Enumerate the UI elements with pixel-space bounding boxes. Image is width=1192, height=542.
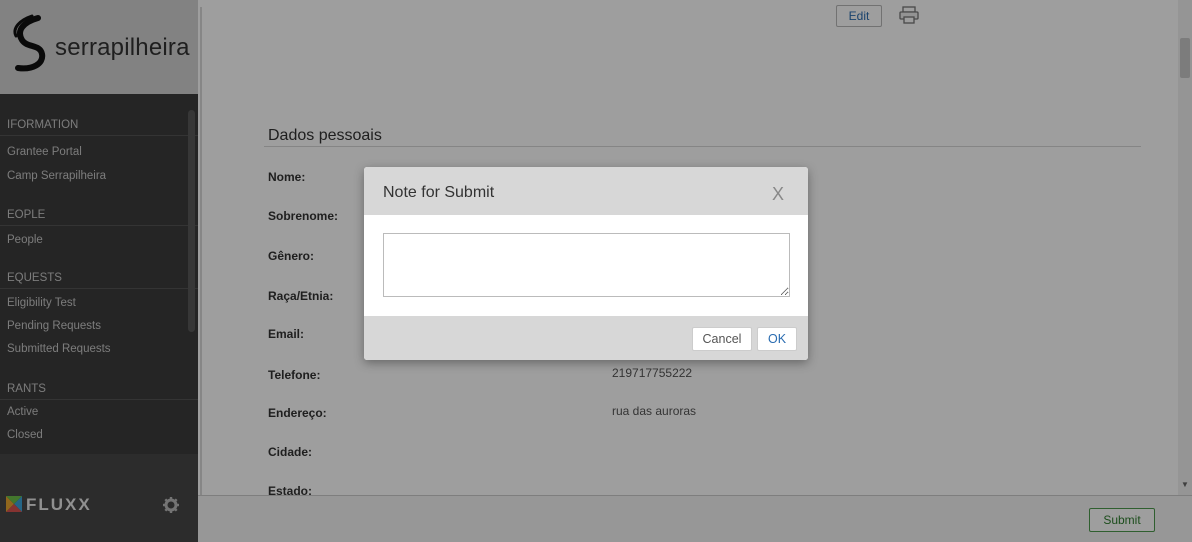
app-window: serrapilheira IFORMATION Grantee Portal … xyxy=(0,0,1192,542)
cancel-button[interactable]: Cancel xyxy=(692,327,752,351)
note-textarea[interactable] xyxy=(383,233,790,297)
close-icon[interactable]: X xyxy=(772,184,784,205)
note-dialog: Note for Submit X Cancel OK xyxy=(364,167,808,360)
ok-button[interactable]: OK xyxy=(757,327,797,351)
dialog-title: Note for Submit xyxy=(383,184,495,201)
